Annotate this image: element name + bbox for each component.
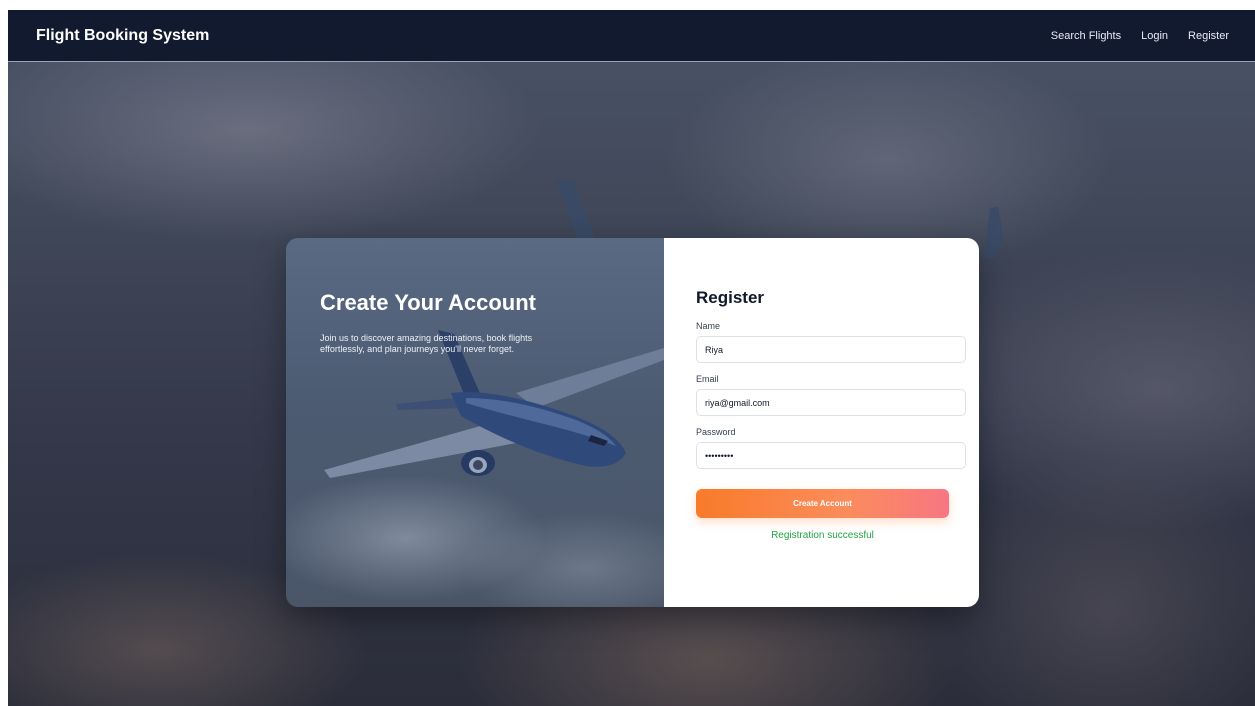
nav-link-login[interactable]: Login bbox=[1141, 30, 1168, 42]
nav-links: Search Flights Login Register bbox=[1051, 30, 1229, 42]
hero-description: Join us to discover amazing destinations… bbox=[320, 333, 533, 354]
email-input[interactable] bbox=[696, 389, 966, 416]
email-label: Email bbox=[696, 374, 719, 384]
form-title: Register bbox=[696, 288, 765, 307]
password-label: Password bbox=[696, 427, 736, 437]
register-card: Create Your Account Join us to discover … bbox=[286, 238, 979, 607]
nav-link-register[interactable]: Register bbox=[1188, 30, 1229, 42]
hero-panel: Create Your Account Join us to discover … bbox=[286, 238, 664, 607]
nav-link-search-flights[interactable]: Search Flights bbox=[1051, 30, 1121, 42]
name-input[interactable] bbox=[696, 336, 966, 363]
register-form-panel: Register Name Email Password Create Acco… bbox=[664, 238, 979, 607]
name-label: Name bbox=[696, 321, 721, 331]
brand-title: Flight Booking System bbox=[36, 26, 210, 44]
create-account-button[interactable]: Create Account bbox=[696, 489, 949, 518]
password-input[interactable] bbox=[696, 442, 966, 469]
top-navbar: Flight Booking System Search Flights Log… bbox=[8, 10, 1255, 62]
hero-title: Create Your Account bbox=[320, 290, 536, 315]
page-background: Flight Booking System Search Flights Log… bbox=[8, 10, 1255, 706]
status-message: Registration successful bbox=[771, 530, 874, 541]
